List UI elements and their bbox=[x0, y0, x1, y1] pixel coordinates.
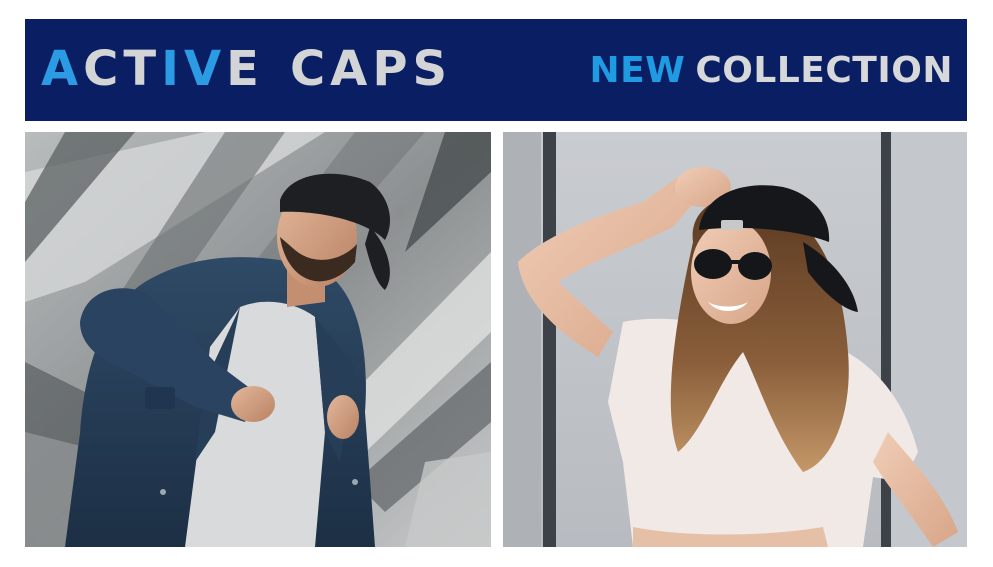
brand-letter-e: E bbox=[226, 41, 264, 97]
brand-letter-i: I bbox=[161, 41, 184, 97]
brand-letter-a: A bbox=[41, 41, 84, 97]
tagline-collection: COLLECTION bbox=[695, 50, 953, 91]
promo-banner: A C T I V E CAPS NEW COLLECTION bbox=[25, 19, 967, 121]
collection-tagline: NEW COLLECTION bbox=[589, 49, 953, 93]
model-photo-woman bbox=[503, 132, 967, 547]
brand-logo: A C T I V E CAPS bbox=[41, 39, 452, 99]
tagline-new: NEW bbox=[589, 50, 686, 91]
brand-letter-c: C bbox=[83, 41, 124, 97]
model-photo-man bbox=[25, 132, 491, 547]
brand-letter-v: V bbox=[184, 41, 227, 97]
brand-letter-t: T bbox=[123, 41, 162, 97]
brand-word-caps: CAPS bbox=[289, 41, 453, 97]
